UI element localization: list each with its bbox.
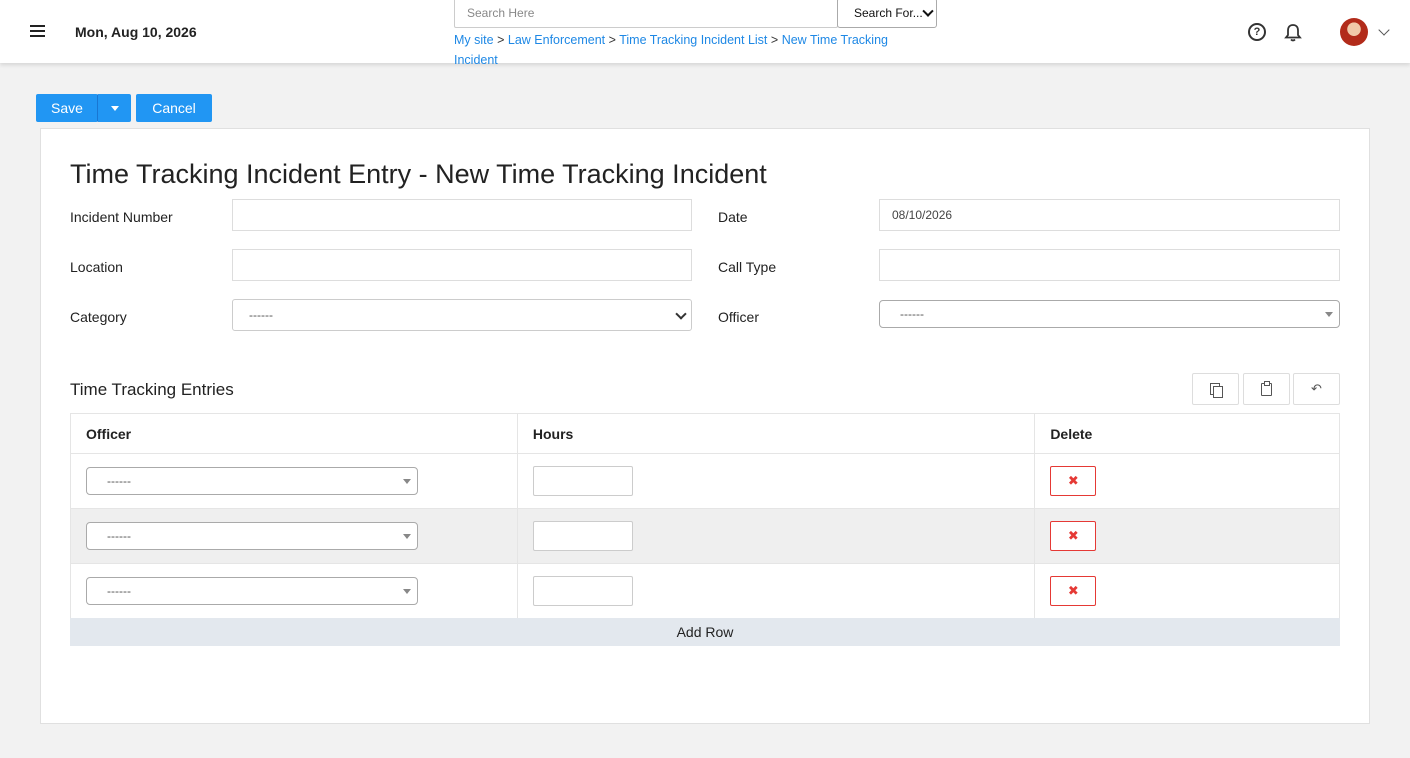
row-hours-input[interactable] xyxy=(532,521,633,551)
row-officer-select[interactable]: ------ xyxy=(86,577,418,605)
row-officer-value: ------ xyxy=(107,529,131,543)
category-label: Category xyxy=(70,309,127,325)
close-icon: ✖ xyxy=(1067,583,1079,598)
breadcrumb-incident-list[interactable]: Time Tracking Incident List xyxy=(619,33,767,47)
row-officer-select[interactable]: ------ xyxy=(86,467,418,495)
table-row: ------ ✖ xyxy=(70,453,1340,509)
column-header-hours: Hours xyxy=(516,413,1036,454)
search-scope-value: Search For... xyxy=(854,6,923,20)
entries-section-title: Time Tracking Entries xyxy=(70,380,234,399)
table-header-row: Officer Hours Delete xyxy=(70,413,1340,454)
form-panel: Time Tracking Incident Entry - New Time … xyxy=(40,128,1370,724)
copy-rows-button[interactable] xyxy=(1192,373,1239,405)
entries-table: Officer Hours Delete ------ ✖ ------ ✖ -… xyxy=(70,413,1340,619)
row-hours-input[interactable] xyxy=(532,576,633,606)
incident-number-input[interactable] xyxy=(232,199,692,231)
caret-down-icon xyxy=(403,534,411,539)
paste-rows-button[interactable] xyxy=(1243,373,1290,405)
column-header-officer: Officer xyxy=(70,413,518,454)
hours-cell xyxy=(516,508,1036,564)
delete-cell: ✖ xyxy=(1034,508,1340,564)
undo-button[interactable]: ↶ xyxy=(1293,373,1340,405)
caret-down-icon xyxy=(403,479,411,484)
add-row-button[interactable]: Add Row xyxy=(70,618,1340,646)
breadcrumb-law-enforcement[interactable]: Law Enforcement xyxy=(508,33,605,47)
hours-cell xyxy=(516,453,1036,509)
help-icon[interactable]: ? xyxy=(1248,23,1266,41)
incident-number-label: Incident Number xyxy=(70,209,173,225)
caret-down-icon xyxy=(1325,312,1333,317)
breadcrumb-separator: > xyxy=(497,33,505,47)
chevron-down-icon[interactable] xyxy=(1378,24,1390,36)
page-title: Time Tracking Incident Entry - New Time … xyxy=(70,159,767,189)
hours-cell xyxy=(516,563,1036,619)
top-bar: Mon, Aug 10, 2026 Search For... My site … xyxy=(0,0,1410,67)
delete-row-button[interactable]: ✖ xyxy=(1050,521,1097,551)
row-officer-select[interactable]: ------ xyxy=(86,522,418,550)
breadcrumb-my-site[interactable]: My site xyxy=(454,33,494,47)
breadcrumb-separator: > xyxy=(770,33,779,47)
delete-row-button[interactable]: ✖ xyxy=(1050,466,1097,496)
delete-cell: ✖ xyxy=(1034,563,1340,619)
caret-down-icon xyxy=(403,589,411,594)
date-input[interactable] xyxy=(879,199,1340,231)
officer-cell: ------ xyxy=(70,508,518,564)
officer-label: Officer xyxy=(718,309,759,325)
row-hours-input[interactable] xyxy=(532,466,633,496)
table-row: ------ ✖ xyxy=(70,563,1340,619)
row-officer-value: ------ xyxy=(107,474,131,488)
officer-cell: ------ xyxy=(70,563,518,619)
breadcrumb-separator: > xyxy=(608,33,616,47)
close-icon: ✖ xyxy=(1067,528,1079,543)
copy-icon xyxy=(1209,382,1223,398)
call-type-input[interactable] xyxy=(879,249,1340,281)
category-value: ------ xyxy=(249,308,273,322)
search-scope-select[interactable]: Search For... xyxy=(837,0,937,28)
cancel-button[interactable]: Cancel xyxy=(136,94,212,122)
delete-row-button[interactable]: ✖ xyxy=(1050,576,1097,606)
caret-down-icon xyxy=(110,105,119,111)
delete-cell: ✖ xyxy=(1034,453,1340,509)
location-input[interactable] xyxy=(232,249,692,281)
date-label: Date xyxy=(718,209,748,225)
save-options-dropdown[interactable] xyxy=(97,94,131,122)
column-header-delete: Delete xyxy=(1034,413,1340,454)
officer-value: ------ xyxy=(900,307,924,321)
officer-select[interactable]: ------ xyxy=(879,300,1340,328)
search-input[interactable] xyxy=(454,0,838,28)
user-avatar[interactable] xyxy=(1340,18,1368,46)
undo-icon: ↶ xyxy=(1311,381,1322,396)
chevron-down-icon xyxy=(922,5,934,17)
save-button[interactable]: Save xyxy=(36,94,98,122)
chevron-down-icon xyxy=(675,308,687,320)
paste-icon xyxy=(1261,380,1272,396)
bell-icon[interactable] xyxy=(1284,23,1302,42)
category-select[interactable]: ------ xyxy=(232,299,692,331)
officer-cell: ------ xyxy=(70,453,518,509)
call-type-label: Call Type xyxy=(718,259,777,275)
current-date: Mon, Aug 10, 2026 xyxy=(75,24,197,40)
row-officer-value: ------ xyxy=(107,584,131,598)
hamburger-menu-icon[interactable] xyxy=(27,22,47,42)
location-label: Location xyxy=(70,259,123,275)
close-icon: ✖ xyxy=(1067,473,1079,488)
breadcrumb: My site > Law Enforcement > Time Trackin… xyxy=(454,30,934,70)
table-row: ------ ✖ xyxy=(70,508,1340,564)
